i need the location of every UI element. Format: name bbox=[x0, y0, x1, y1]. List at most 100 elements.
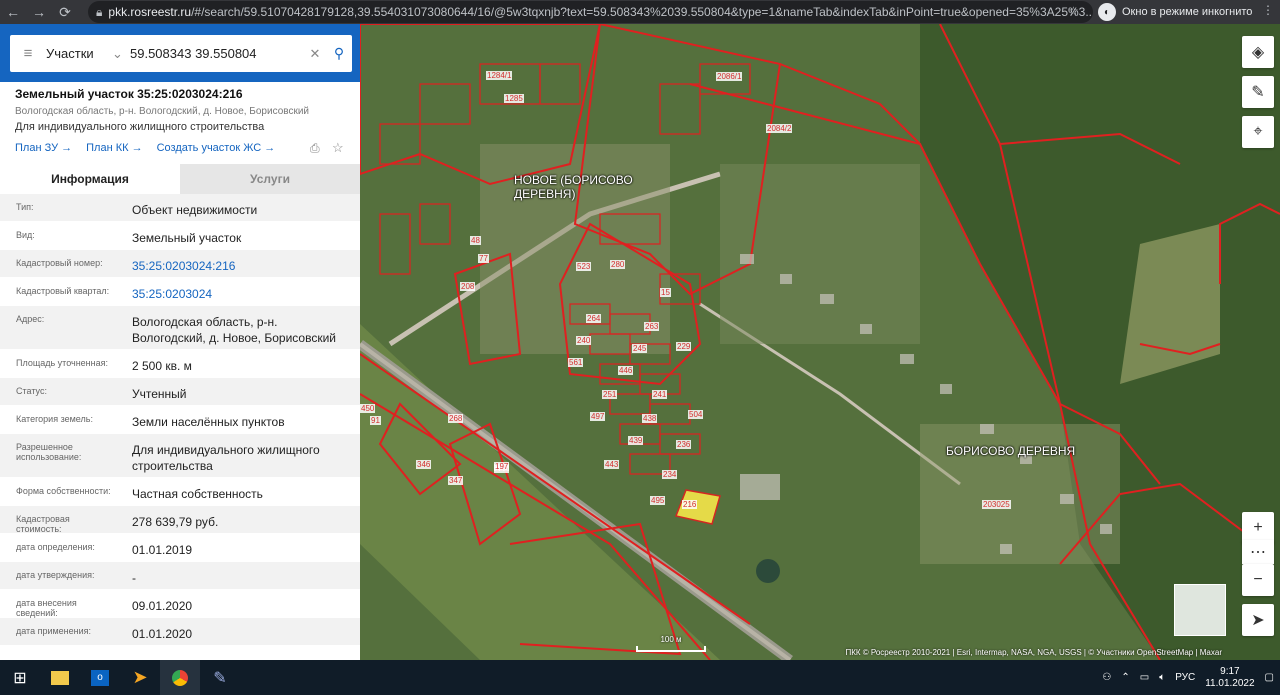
locate-icon[interactable]: ⌖ bbox=[1242, 116, 1274, 148]
file-explorer-icon[interactable] bbox=[40, 660, 80, 695]
zoom-out-button[interactable]: − bbox=[1242, 564, 1274, 596]
parcel-label[interactable]: 346 bbox=[416, 460, 432, 469]
map-canvas[interactable]: НОВОЕ (БОРИСОВО ДЕРЕВНЯ) БОРИСОВО ДЕРЕВН… bbox=[360, 24, 1280, 660]
map-attribution: ПКК © Росреестр 2010-2021 | Esri, Interm… bbox=[845, 648, 1222, 657]
reload-icon[interactable]: ⟳ bbox=[52, 0, 78, 24]
parcel-label[interactable]: 1284/1 bbox=[486, 71, 513, 80]
parcel-label[interactable]: 234 bbox=[662, 470, 678, 479]
incognito-indicator[interactable]: ◐ Окно в режиме инкогнито bbox=[1098, 2, 1252, 22]
info-key: Статус: bbox=[16, 386, 47, 396]
info-row: дата утверждения: - bbox=[0, 562, 360, 590]
search-type-select[interactable]: Участки bbox=[46, 46, 112, 61]
info-row: дата определения: 01.01.2019 bbox=[0, 534, 360, 562]
volume-icon[interactable]: 🔈︎ bbox=[1159, 672, 1165, 683]
info-value: 09.01.2020 bbox=[132, 599, 193, 613]
cadastral-number-link[interactable]: 35:25:0203024:216 bbox=[116, 250, 360, 277]
map-background bbox=[360, 24, 1280, 660]
outlook-icon[interactable]: o bbox=[80, 660, 120, 695]
back-icon[interactable]: ← bbox=[0, 0, 26, 24]
clock[interactable]: 9:17 11.01.2022 bbox=[1205, 666, 1254, 690]
chevron-down-icon[interactable]: ⌄ bbox=[112, 46, 130, 62]
info-key: дата применения: bbox=[16, 626, 92, 636]
clear-icon[interactable]: ✕ bbox=[304, 46, 326, 62]
parcel-label[interactable]: 2084/2 bbox=[766, 124, 793, 133]
parcel-label[interactable]: 347 bbox=[448, 476, 464, 485]
clock-time: 9:17 bbox=[1220, 665, 1240, 677]
info-row: Кадастровый квартал: 35:25:0203024 bbox=[0, 278, 360, 306]
parcel-label[interactable]: 77 bbox=[478, 254, 489, 263]
info-row: Тип: Объект недвижимости bbox=[0, 194, 360, 222]
info-key: дата внесения сведений: bbox=[16, 598, 77, 618]
menu-icon[interactable]: ⋮ bbox=[1262, 3, 1274, 17]
parcel-label[interactable]: 495 bbox=[650, 496, 666, 505]
parcel-label[interactable]: 2086/1 bbox=[716, 72, 743, 81]
parcel-label[interactable]: 443 bbox=[604, 460, 620, 469]
chrome-icon[interactable] bbox=[160, 660, 200, 695]
parcel-label[interactable]: 439 bbox=[628, 436, 644, 445]
create-parcel-link[interactable]: Создать участок ЖС → bbox=[157, 142, 276, 154]
parcel-label[interactable]: 48 bbox=[470, 236, 481, 245]
parcel-label[interactable]: 1285 bbox=[504, 94, 524, 103]
favorite-star-icon[interactable]: ☆ bbox=[332, 140, 344, 156]
clock-date: 11.01.2022 bbox=[1205, 677, 1255, 689]
selected-parcel-label[interactable]: 216 bbox=[682, 500, 698, 509]
parcel-label[interactable]: 208 bbox=[460, 282, 476, 291]
parcel-label[interactable]: 504 bbox=[688, 410, 704, 419]
parcel-label[interactable]: 450 bbox=[360, 404, 376, 413]
parcel-label[interactable]: 240 bbox=[576, 336, 592, 345]
paint-icon[interactable]: ✎ bbox=[200, 660, 240, 695]
windows-start-icon[interactable]: ⊞ bbox=[0, 660, 40, 695]
parcel-label[interactable]: 264 bbox=[586, 314, 602, 323]
app-icon[interactable]: ➤ bbox=[120, 660, 160, 695]
tray-chevron-icon[interactable]: ⌃ bbox=[1121, 672, 1129, 683]
parcel-label[interactable]: 561 bbox=[568, 358, 584, 367]
compass-icon[interactable]: ➤ bbox=[1242, 604, 1274, 636]
parcel-label[interactable]: 91 bbox=[370, 416, 381, 425]
info-value: Земельный участок bbox=[132, 231, 242, 245]
parcel-label[interactable]: 229 bbox=[676, 342, 692, 351]
parcel-label[interactable]: 245 bbox=[632, 344, 648, 353]
info-value: 278 639,79 руб. bbox=[132, 515, 219, 529]
ruler-icon[interactable]: ✎ bbox=[1242, 76, 1274, 108]
incognito-icon: ◐ bbox=[1098, 3, 1116, 21]
plan-zu-link[interactable]: План ЗУ → bbox=[15, 142, 72, 154]
people-icon[interactable]: ⚇ bbox=[1102, 672, 1111, 683]
parcel-label[interactable]: 268 bbox=[448, 414, 464, 423]
forward-icon[interactable]: → bbox=[26, 0, 52, 24]
info-value: - bbox=[132, 571, 136, 585]
search-input[interactable]: 59.508343 39.550804 bbox=[130, 46, 304, 61]
parcel-label[interactable]: 241 bbox=[652, 390, 668, 399]
menu-hamburger-icon[interactable]: ≡ bbox=[10, 45, 46, 62]
parcel-label[interactable]: 197 bbox=[494, 462, 510, 471]
parcel-label[interactable]: 446 bbox=[618, 366, 634, 375]
cadastral-quarter-link[interactable]: 35:25:0203024 bbox=[116, 278, 360, 305]
tab-services[interactable]: Услуги bbox=[180, 164, 360, 194]
parcel-label[interactable]: 438 bbox=[642, 414, 658, 423]
tab-info[interactable]: Информация bbox=[0, 164, 180, 194]
parcel-label[interactable]: 497 bbox=[590, 412, 606, 421]
parcel-label[interactable]: 251 bbox=[602, 390, 618, 399]
network-icon[interactable]: ▭ bbox=[1140, 672, 1149, 683]
parcel-label[interactable]: 263 bbox=[644, 322, 660, 331]
parcel-label[interactable]: 236 bbox=[676, 440, 692, 449]
incognito-label: Окно в режиме инкогнито bbox=[1122, 6, 1253, 18]
print-icon[interactable]: ⎙ bbox=[310, 141, 320, 156]
url-path: /#/search/59.51070428179128,39.554031073… bbox=[191, 5, 1093, 19]
notifications-icon[interactable]: ▢ bbox=[1265, 672, 1274, 683]
language-indicator[interactable]: РУС bbox=[1175, 672, 1195, 683]
search-icon[interactable]: ⚲ bbox=[326, 45, 352, 62]
plan-kk-link[interactable]: План КК → bbox=[86, 142, 142, 154]
parcel-label[interactable]: 280 bbox=[610, 260, 626, 269]
info-panel: ≡ Участки ⌄ 59.508343 39.550804 ✕ ⚲ ‹ Зе… bbox=[0, 24, 360, 660]
address-bar[interactable]: 🔒︎ pkk.rosreestr.ru/#/search/59.51070428… bbox=[88, 1, 1093, 23]
zoom-more-icon[interactable]: ⋯ bbox=[1242, 540, 1274, 564]
info-key: Кадастровая стоимость: bbox=[16, 514, 70, 534]
minimap[interactable] bbox=[1174, 584, 1226, 636]
search-box[interactable]: ≡ Участки ⌄ 59.508343 39.550804 ✕ ⚲ bbox=[10, 35, 352, 72]
info-row: Кадастровая стоимость: 278 639,79 руб. bbox=[0, 506, 360, 534]
bookmark-star-icon[interactable]: ☆ bbox=[1068, 4, 1079, 18]
layers-icon[interactable]: ◈ bbox=[1242, 36, 1274, 68]
parcel-label[interactable]: 523 bbox=[576, 262, 592, 271]
info-row: Форма собственности: Частная собственност… bbox=[0, 478, 360, 506]
parcel-label[interactable]: 15 bbox=[660, 288, 671, 297]
